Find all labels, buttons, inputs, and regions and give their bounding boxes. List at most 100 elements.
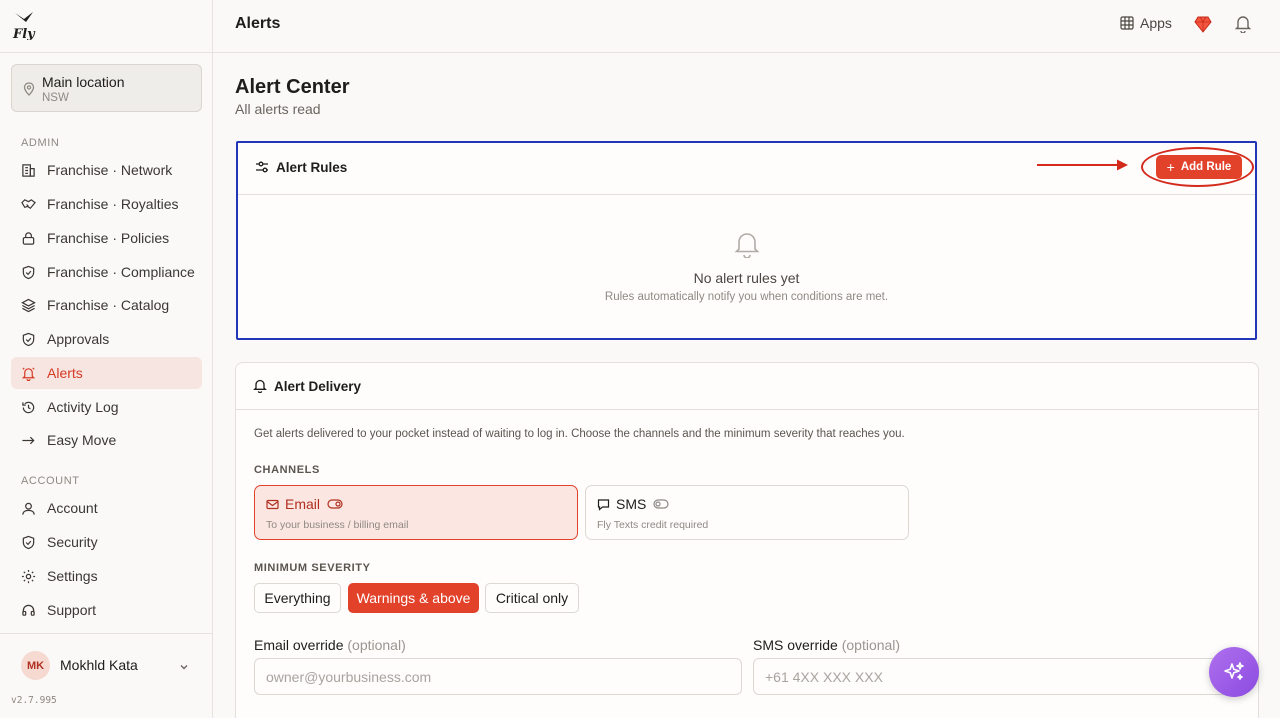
severity-label: MINIMUM SEVERITY	[254, 562, 371, 574]
sms-override-input[interactable]: +61 4XX XXX XXX	[753, 658, 1241, 695]
chevron-down-icon[interactable]	[178, 660, 190, 676]
shield-icon	[22, 535, 35, 549]
app-version: v2.7.995	[11, 695, 57, 706]
sidebar-item-franchise-network[interactable]: Franchise · Network	[11, 154, 202, 186]
sidebar-item-approvals[interactable]: Approvals	[11, 323, 202, 355]
sidebar-item-franchise-catalog[interactable]: Franchise · Catalog	[11, 289, 202, 321]
sidebar-item-label: Approvals	[47, 331, 110, 347]
sidebar-item-account[interactable]: Account	[11, 492, 202, 524]
delivery-description: Get alerts delivered to your pocket inst…	[254, 428, 905, 440]
sidebar-item-label: Franchise · Compliance	[47, 264, 195, 280]
sidebar-item-label: Settings	[47, 568, 98, 584]
shield-icon	[22, 265, 35, 279]
location-region: NSW	[42, 92, 69, 104]
severity-warnings-button[interactable]: Warnings & above	[348, 583, 479, 613]
gem-icon[interactable]	[1194, 15, 1212, 36]
sidebar-item-support[interactable]: Support	[11, 594, 202, 626]
page-title: Alert Center	[235, 76, 350, 98]
alert-rules-header: Alert Rules + Add Rule	[238, 143, 1255, 195]
sidebar-item-settings[interactable]: Settings	[11, 560, 202, 592]
avatar[interactable]: MK	[21, 651, 50, 680]
alert-delivery-title: Alert Delivery	[274, 379, 362, 394]
sidebar-item-label: Franchise · Policies	[47, 230, 170, 246]
channel-sms-sub: Fly Texts credit required	[597, 519, 709, 531]
sms-override-label: SMS override (optional)	[753, 637, 900, 653]
divider	[0, 633, 213, 634]
admin-section-label: ADMIN	[21, 137, 60, 149]
map-pin-icon	[23, 82, 35, 99]
divider	[0, 52, 213, 53]
page-subtitle: All alerts read	[235, 101, 321, 117]
sidebar-item-label: Franchise · Network	[47, 162, 173, 178]
email-override-label-text: Email override	[254, 637, 344, 653]
layers-icon	[21, 298, 36, 312]
channel-email[interactable]: Email To your business / billing email	[254, 485, 578, 540]
alert-delivery-card: Alert Delivery Get alerts delivered to y…	[235, 362, 1259, 718]
sidebar: Fly Main location NSW ADMIN Franchise · …	[0, 0, 213, 718]
sidebar-item-label: Franchise · Catalog	[47, 297, 170, 313]
bell-icon	[734, 230, 760, 261]
sidebar-item-security[interactable]: Security	[11, 526, 202, 558]
user-icon	[22, 502, 35, 515]
bell-icon	[21, 366, 36, 381]
email-override-input[interactable]: owner@yourbusiness.com	[254, 658, 742, 695]
sidebar-item-label: Alerts	[47, 365, 83, 381]
fly-logo[interactable]: Fly	[12, 10, 38, 42]
gear-icon	[21, 569, 36, 583]
location-selector[interactable]: Main location NSW	[11, 64, 202, 112]
channel-sms-name: SMS	[616, 496, 647, 512]
toggle-icon	[653, 499, 669, 509]
annotation-arrow-icon	[1037, 158, 1129, 175]
user-name[interactable]: Mokhld Kata	[60, 657, 138, 673]
optional-tag: (optional)	[841, 637, 901, 653]
history-icon	[22, 401, 35, 413]
grid-icon	[1120, 16, 1134, 30]
empty-state-subtitle: Rules automatically notify you when cond…	[604, 291, 889, 303]
sidebar-item-label: Franchise · Royalties	[47, 196, 179, 212]
bell-icon	[253, 378, 267, 396]
apps-button[interactable]: Apps	[1120, 15, 1172, 31]
sidebar-item-franchise-compliance[interactable]: Franchise · Compliance	[11, 256, 202, 288]
sidebar-item-label: Security	[47, 534, 98, 550]
notifications-bell-icon[interactable]	[1234, 14, 1252, 36]
sidebar-item-alerts[interactable]: Alerts	[11, 357, 202, 389]
account-section-label: ACCOUNT	[21, 475, 80, 487]
alert-rules-title: Alert Rules	[276, 160, 348, 175]
sms-override-label-text: SMS override	[753, 637, 838, 653]
sidebar-item-label: Activity Log	[47, 399, 119, 415]
ai-assistant-button[interactable]	[1209, 647, 1259, 697]
mail-icon	[266, 499, 279, 509]
sidebar-item-label: Easy Move	[47, 432, 117, 448]
building-icon	[22, 163, 35, 177]
sidebar-item-franchise-policies[interactable]: Franchise · Policies	[11, 222, 202, 254]
shield-check-icon	[22, 332, 35, 346]
sidebar-item-label: Account	[47, 500, 98, 516]
email-override-label: Email override (optional)	[254, 637, 406, 653]
handshake-icon	[21, 198, 36, 209]
sidebar-item-label: Support	[47, 602, 97, 618]
sidebar-item-easy-move[interactable]: Easy Move	[11, 424, 202, 456]
channel-sms[interactable]: SMS Fly Texts credit required	[585, 485, 909, 540]
annotation-highlight	[1141, 147, 1254, 187]
sliders-icon	[255, 160, 269, 177]
toggle-icon	[327, 499, 343, 509]
arrow-right-icon	[22, 436, 35, 444]
empty-state-title: No alert rules yet	[693, 270, 800, 286]
page-header-title: Alerts	[235, 15, 281, 32]
alert-rules-card: Alert Rules + Add Rule No alert rules ye…	[236, 141, 1257, 340]
severity-everything-button[interactable]: Everything	[254, 583, 341, 613]
optional-tag: (optional)	[347, 637, 406, 653]
sidebar-item-franchise-royalties[interactable]: Franchise · Royalties	[11, 188, 202, 220]
message-icon	[597, 498, 610, 511]
channels-label: CHANNELS	[254, 464, 320, 476]
alert-delivery-header: Alert Delivery	[236, 363, 1258, 410]
topbar: Alerts Apps	[213, 0, 1280, 53]
channel-email-sub: To your business / billing email	[266, 519, 409, 531]
apps-label: Apps	[1140, 15, 1172, 31]
channel-email-name: Email	[285, 496, 321, 512]
sidebar-item-activity-log[interactable]: Activity Log	[11, 391, 202, 423]
location-name: Main location	[42, 74, 125, 90]
sparkle-icon	[1224, 662, 1244, 680]
headset-icon	[22, 604, 35, 616]
severity-critical-button[interactable]: Critical only	[485, 583, 579, 613]
